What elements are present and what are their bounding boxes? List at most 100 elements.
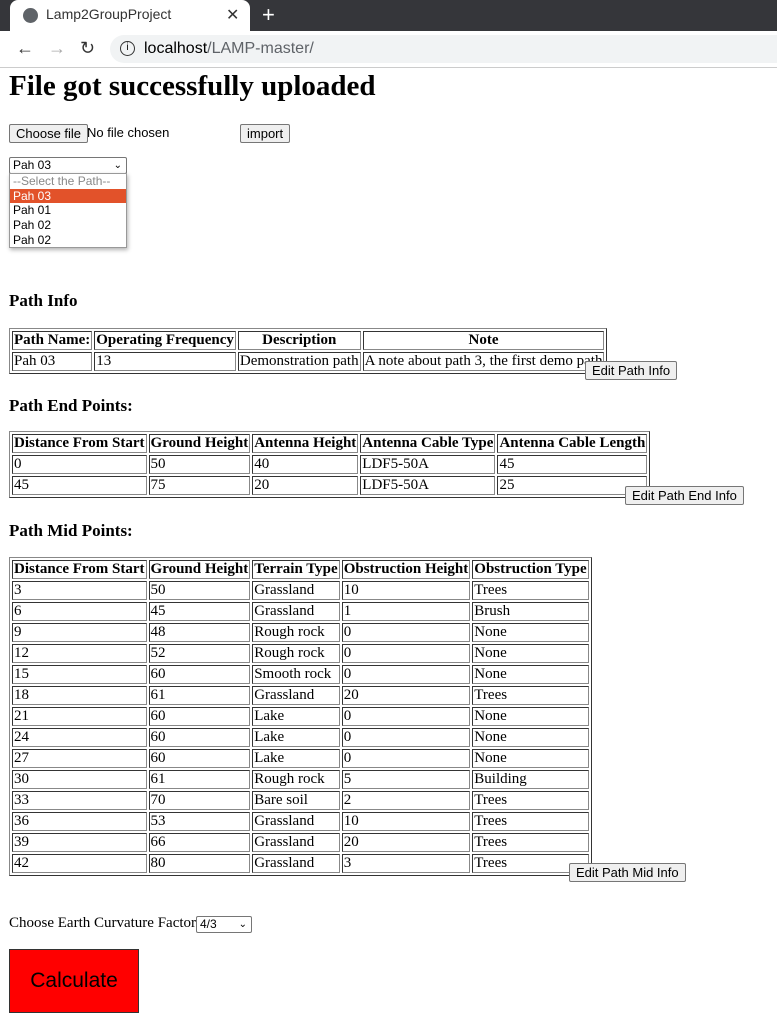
- chevron-down-icon: ⌄: [113, 160, 122, 171]
- column-header: Obstruction Type: [472, 560, 589, 579]
- table-cell: 30: [12, 770, 147, 789]
- table-cell: Lake: [252, 749, 340, 768]
- edit-path-end-info-button[interactable]: Edit Path End Info: [625, 486, 744, 505]
- calculate-button[interactable]: Calculate: [9, 949, 139, 1013]
- table-cell: 60: [148, 749, 251, 768]
- table-cell: None: [472, 644, 589, 663]
- table-cell: 20: [341, 833, 471, 852]
- table-row: 36 53 Grassland 10 Trees: [12, 812, 589, 831]
- table-cell: 52: [148, 644, 251, 663]
- table-cell: 3: [12, 581, 147, 600]
- url-bar[interactable]: i localhost/LAMP-master/: [110, 35, 777, 63]
- curvature-select-value: 4/3: [200, 917, 217, 931]
- table-cell: Building: [472, 770, 589, 789]
- table-row: 30 61 Rough rock 5 Building: [12, 770, 589, 789]
- url-host: localhost: [144, 40, 208, 57]
- table-cell: Grassland: [252, 686, 340, 705]
- table-cell: Lake: [252, 707, 340, 726]
- table-row: Pah 03 13 Demonstration path A note about p…: [12, 352, 605, 371]
- table-cell: 0: [341, 623, 471, 642]
- end-points-table: Distance From Start Ground Height Antenna …: [9, 431, 651, 498]
- table-cell: 42: [12, 854, 147, 873]
- table-cell: Lake: [252, 728, 340, 747]
- table-cell: 12: [12, 644, 147, 663]
- table-cell: 40: [252, 455, 359, 474]
- table-cell: 0: [341, 707, 471, 726]
- choose-file-button[interactable]: Choose file: [9, 124, 89, 143]
- curvature-select[interactable]: 4/3 ⌄: [196, 916, 252, 933]
- table-cell: 60: [148, 665, 251, 684]
- table-cell: LDF5-50A: [360, 476, 496, 495]
- table-cell: 66: [148, 833, 251, 852]
- table-cell: 60: [148, 728, 251, 747]
- table-cell: 61: [148, 770, 251, 789]
- table-cell: 20: [341, 686, 471, 705]
- reload-icon[interactable]: ↻: [80, 38, 95, 59]
- table-cell: 0: [341, 728, 471, 747]
- table-cell: 53: [148, 812, 251, 831]
- table-cell: Rough rock: [252, 770, 340, 789]
- column-header: Ground Height: [148, 560, 251, 579]
- table-cell: 18: [12, 686, 147, 705]
- url-path: /LAMP-master/: [207, 40, 314, 57]
- back-icon[interactable]: ←: [16, 38, 34, 59]
- table-cell: 6: [12, 602, 147, 621]
- table-cell: 27: [12, 749, 147, 768]
- edit-path-mid-info-button[interactable]: Edit Path Mid Info: [569, 863, 686, 882]
- path-info-table: Path Name: Operating Frequency Description…: [9, 328, 608, 374]
- path-option[interactable]: Pah 02: [10, 233, 126, 248]
- table-cell: 20: [252, 476, 359, 495]
- table-cell: None: [472, 623, 589, 642]
- table-cell: 0: [341, 665, 471, 684]
- table-cell: 48: [148, 623, 251, 642]
- path-dropdown-list: --Select the Path-- Pah 03 Pah 01 Pah 02…: [9, 173, 127, 249]
- table-cell: 0: [341, 749, 471, 768]
- table-cell: 45: [12, 476, 147, 495]
- path-option[interactable]: Pah 02: [10, 218, 126, 233]
- column-header: Path Name:: [12, 331, 93, 350]
- tab-title: Lamp2GroupProject: [46, 6, 172, 22]
- table-cell: Grassland: [252, 581, 340, 600]
- table-row: 45 75 20 LDF5-50A 25: [12, 476, 648, 495]
- table-row: 24 60 Lake 0 None: [12, 728, 589, 747]
- table-cell: None: [472, 728, 589, 747]
- table-cell: 10: [341, 812, 471, 831]
- table-cell: Trees: [472, 686, 589, 705]
- close-tab-icon[interactable]: ✕: [226, 5, 239, 25]
- table-cell: 45: [148, 602, 251, 621]
- table-cell: 45: [497, 455, 648, 474]
- column-header: Distance From Start: [12, 560, 147, 579]
- table-cell: 70: [148, 791, 251, 810]
- table-cell: Trees: [472, 812, 589, 831]
- table-cell: Pah 03: [12, 352, 93, 371]
- column-header: Ground Height: [148, 434, 251, 453]
- import-button[interactable]: import: [240, 124, 291, 143]
- path-option[interactable]: --Select the Path--: [10, 174, 126, 189]
- header-row: Path Name: Operating Frequency Description…: [12, 331, 605, 350]
- table-cell: Trees: [472, 581, 589, 600]
- path-option[interactable]: Pah 03: [10, 188, 126, 204]
- table-cell: LDF5-50A: [360, 455, 496, 474]
- column-header: Operating Frequency: [94, 331, 236, 350]
- page-title: File got successfully uploaded: [9, 70, 376, 102]
- table-cell: 36: [12, 812, 147, 831]
- table-cell: 33: [12, 791, 147, 810]
- table-cell: Trees: [472, 791, 589, 810]
- forward-icon[interactable]: →: [48, 38, 66, 59]
- new-tab-icon[interactable]: +: [262, 2, 275, 28]
- path-option[interactable]: Pah 01: [10, 203, 126, 218]
- path-info-heading: Path Info: [9, 291, 78, 310]
- edit-path-info-button[interactable]: Edit Path Info: [585, 361, 678, 380]
- no-file-text: No file chosen: [87, 125, 170, 140]
- table-cell: Grassland: [252, 602, 340, 621]
- table-cell: Bare soil: [252, 791, 340, 810]
- browser-tab-bar: Lamp2GroupProject ✕ +: [0, 0, 777, 31]
- browser-tab[interactable]: Lamp2GroupProject ✕: [10, 0, 250, 31]
- table-cell: None: [472, 749, 589, 768]
- table-row: 21 60 Lake 0 None: [12, 707, 589, 726]
- table-cell: 3: [341, 854, 471, 873]
- info-icon[interactable]: i: [120, 41, 135, 56]
- table-cell: 15: [12, 665, 147, 684]
- path-select[interactable]: Pah 03 ⌄: [9, 157, 127, 174]
- table-cell: Grassland: [252, 854, 340, 873]
